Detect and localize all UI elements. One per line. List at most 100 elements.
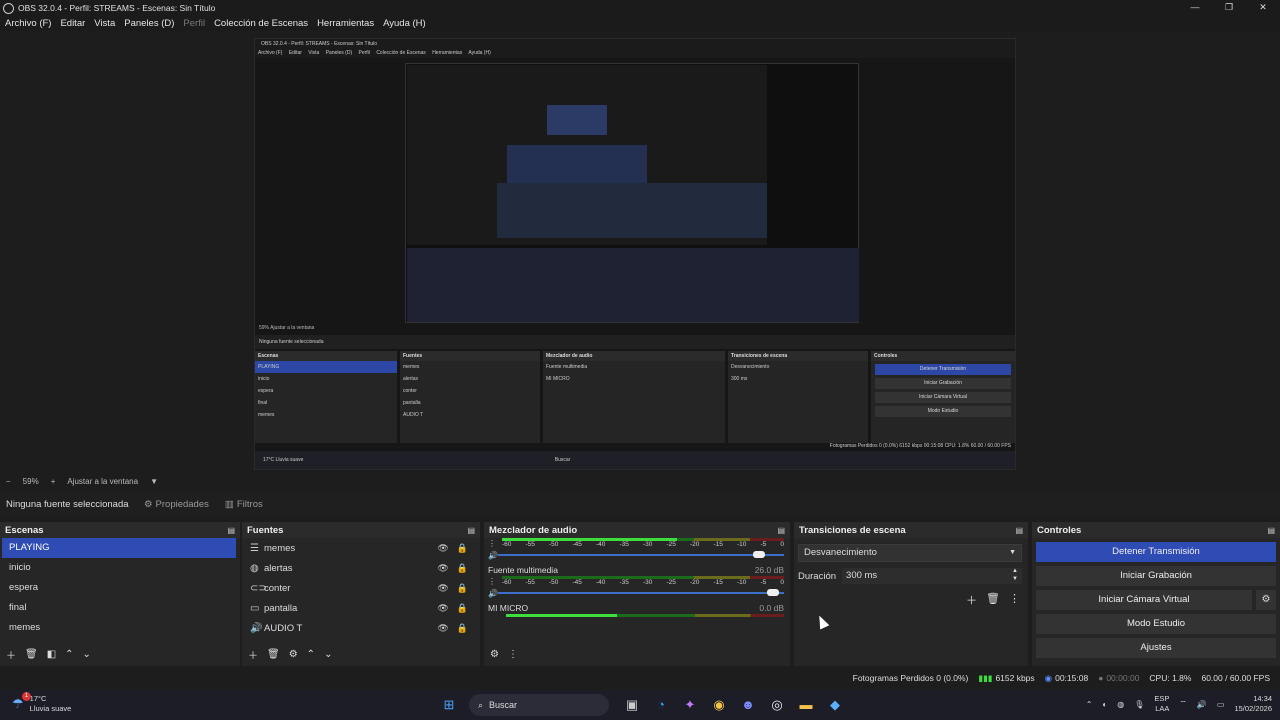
clock[interactable]: 14:34 15/02/2026	[1234, 694, 1272, 714]
eye-icon[interactable]: 👁	[437, 623, 448, 634]
properties-button[interactable]: ⚙ Propiedades	[144, 499, 209, 510]
eye-icon[interactable]: 👁	[437, 583, 448, 594]
move-up-icon[interactable]: ⌃	[65, 649, 73, 660]
dock-menu-icon[interactable]: ▤	[227, 526, 235, 535]
transitions-title: Transiciones de escena	[799, 524, 906, 536]
speaker-icon[interactable]: 🔊	[488, 551, 498, 560]
channel-menu-icon[interactable]: ⋮	[488, 539, 496, 548]
move-up-icon[interactable]: ⌃	[307, 649, 315, 660]
dock-menu-icon[interactable]: ▤	[1015, 526, 1023, 535]
windows-start-icon[interactable]: ⊞	[440, 696, 458, 714]
move-down-icon[interactable]: ⌄	[324, 649, 332, 660]
tray-app-icon[interactable]: ◍	[1117, 700, 1124, 709]
source-item[interactable]: ◍ alertas 👁 🔒	[242, 558, 472, 578]
menu-perfil[interactable]: Perfil	[183, 18, 205, 29]
microphone-icon[interactable]: 🎙	[1134, 700, 1144, 709]
obs-icon[interactable]: ◎	[768, 696, 786, 714]
speaker-icon[interactable]: 🔊	[488, 589, 498, 598]
menu-herramientas[interactable]: Herramientas	[317, 18, 374, 29]
maximize-button[interactable]: ❐	[1212, 0, 1246, 16]
volume-icon[interactable]: 🔊	[1197, 700, 1207, 709]
nested-menu-item: Perfil	[358, 50, 370, 56]
zoom-out-button[interactable]: −	[6, 477, 11, 486]
scene-filter-icon[interactable]: ◧	[47, 649, 56, 660]
lock-icon[interactable]: 🔒	[457, 603, 468, 614]
menu-paneles[interactable]: Paneles (D)	[124, 18, 174, 29]
source-item[interactable]: 🔊 AUDIO T 👁 🔒	[242, 618, 472, 638]
eye-icon[interactable]: 👁	[437, 603, 448, 614]
virtual-cam-button[interactable]: Iniciar Cámara Virtual	[1036, 590, 1252, 610]
scene-item[interactable]: final	[2, 598, 236, 618]
spinner-icon[interactable]: ▲ ▼	[1012, 567, 1018, 583]
nested-source-row: conter	[403, 388, 417, 394]
gear-icon[interactable]: ⚙	[1256, 590, 1276, 610]
close-button[interactable]: ✕	[1246, 0, 1280, 16]
scene-item[interactable]: espera	[2, 578, 236, 598]
menu-vista[interactable]: Vista	[94, 18, 115, 29]
zoom-in-button[interactable]: +	[51, 477, 56, 486]
volume-slider[interactable]	[498, 588, 784, 598]
minimize-button[interactable]: —	[1178, 0, 1212, 16]
fit-window-label[interactable]: Ajustar a la ventana	[67, 477, 138, 486]
delete-scene-icon[interactable]: 🗑	[25, 649, 38, 660]
app-icon[interactable]: ◆	[826, 696, 844, 714]
delete-transition-icon[interactable]: 🗑	[986, 592, 1000, 608]
tray-app-icon[interactable]: ◐	[1102, 700, 1107, 709]
copilot-icon[interactable]: ✦	[681, 696, 699, 714]
source-settings-icon[interactable]: ⚙	[289, 649, 298, 660]
task-view-icon[interactable]: ▣	[623, 696, 641, 714]
menu-editar[interactable]: Editar	[60, 18, 85, 29]
scene-item[interactable]: PLAYING	[2, 538, 236, 558]
source-item[interactable]: ▭ pantalla 👁 🔒	[242, 598, 472, 618]
lock-icon[interactable]: 🔒	[457, 563, 468, 574]
eye-icon[interactable]: 👁	[437, 563, 448, 574]
mixer-menu-icon[interactable]: ⋮	[508, 649, 518, 660]
lock-icon[interactable]: 🔒	[457, 623, 468, 634]
folder-icon[interactable]: ▬	[797, 696, 815, 714]
dock-menu-icon[interactable]: ▤	[467, 526, 475, 535]
menu-ayuda[interactable]: Ayuda (H)	[383, 18, 426, 29]
stop-stream-button[interactable]: Detener Transmisión	[1036, 542, 1276, 562]
language-indicator[interactable]: ESP LAA	[1154, 694, 1169, 714]
delete-source-icon[interactable]: 🗑	[267, 649, 280, 660]
mixer-settings-icon[interactable]: ⚙	[490, 649, 499, 660]
start-recording-button[interactable]: Iniciar Grabación	[1036, 566, 1276, 586]
scene-item[interactable]: memes	[2, 618, 236, 638]
nested-scene-row: espera	[258, 388, 274, 394]
taskbar-apps: ⊞ ⌕ Buscar ▣ ◔ ✦ ◉ ☻ ◎ ▬ ◆	[440, 694, 855, 716]
lock-icon[interactable]: 🔒	[457, 583, 468, 594]
add-transition-icon[interactable]: ＋	[966, 592, 977, 608]
transition-menu-icon[interactable]: ⋮	[1009, 592, 1020, 608]
source-item[interactable]: ⊂⊃ conter 👁 🔒	[242, 578, 472, 598]
add-scene-icon[interactable]: ＋	[6, 647, 16, 662]
source-item[interactable]: ☰ memes 👁 🔒	[242, 538, 472, 558]
lock-icon[interactable]: 🔒	[457, 543, 468, 554]
transition-select[interactable]: Desvanecimiento ▼	[798, 544, 1022, 562]
studio-mode-button[interactable]: Modo Estudio	[1036, 614, 1276, 634]
settings-button[interactable]: Ajustes	[1036, 638, 1276, 658]
add-source-icon[interactable]: ＋	[248, 647, 258, 662]
zoom-dropdown-icon[interactable]: ▼	[150, 477, 158, 486]
eye-icon[interactable]: 👁	[437, 543, 448, 554]
edge-icon[interactable]: ◔	[652, 696, 670, 714]
menu-archivo[interactable]: Archivo (F)	[5, 18, 51, 29]
dock-menu-icon[interactable]: ▤	[1267, 526, 1275, 535]
filters-button[interactable]: ▥ Filtros	[225, 499, 263, 510]
nested-ctl-btn: Iniciar Grabación	[875, 378, 1011, 389]
taskbar-search[interactable]: ⌕ Buscar	[469, 694, 609, 716]
slider-handle[interactable]	[752, 551, 765, 558]
chevron-up-icon[interactable]: ⌃	[1086, 700, 1093, 709]
wifi-icon[interactable]: ⌔	[1179, 699, 1187, 709]
move-down-icon[interactable]: ⌄	[83, 649, 91, 660]
weather-widget[interactable]: ☂ 1 17°C Lluvia suave	[12, 692, 71, 714]
volume-slider[interactable]	[498, 550, 784, 560]
discord-icon[interactable]: ☻	[739, 696, 757, 714]
chrome-icon[interactable]: ◉	[710, 696, 728, 714]
duration-input[interactable]: 300 ms ▲ ▼	[842, 568, 1022, 584]
channel-menu-icon[interactable]: ⋮	[488, 577, 496, 586]
battery-icon[interactable]: ▭	[1217, 700, 1225, 709]
scene-item[interactable]: inicio	[2, 558, 236, 578]
dock-menu-icon[interactable]: ▤	[777, 526, 785, 535]
menu-coleccion-escenas[interactable]: Colección de Escenas	[214, 18, 308, 29]
slider-handle[interactable]	[766, 589, 779, 596]
